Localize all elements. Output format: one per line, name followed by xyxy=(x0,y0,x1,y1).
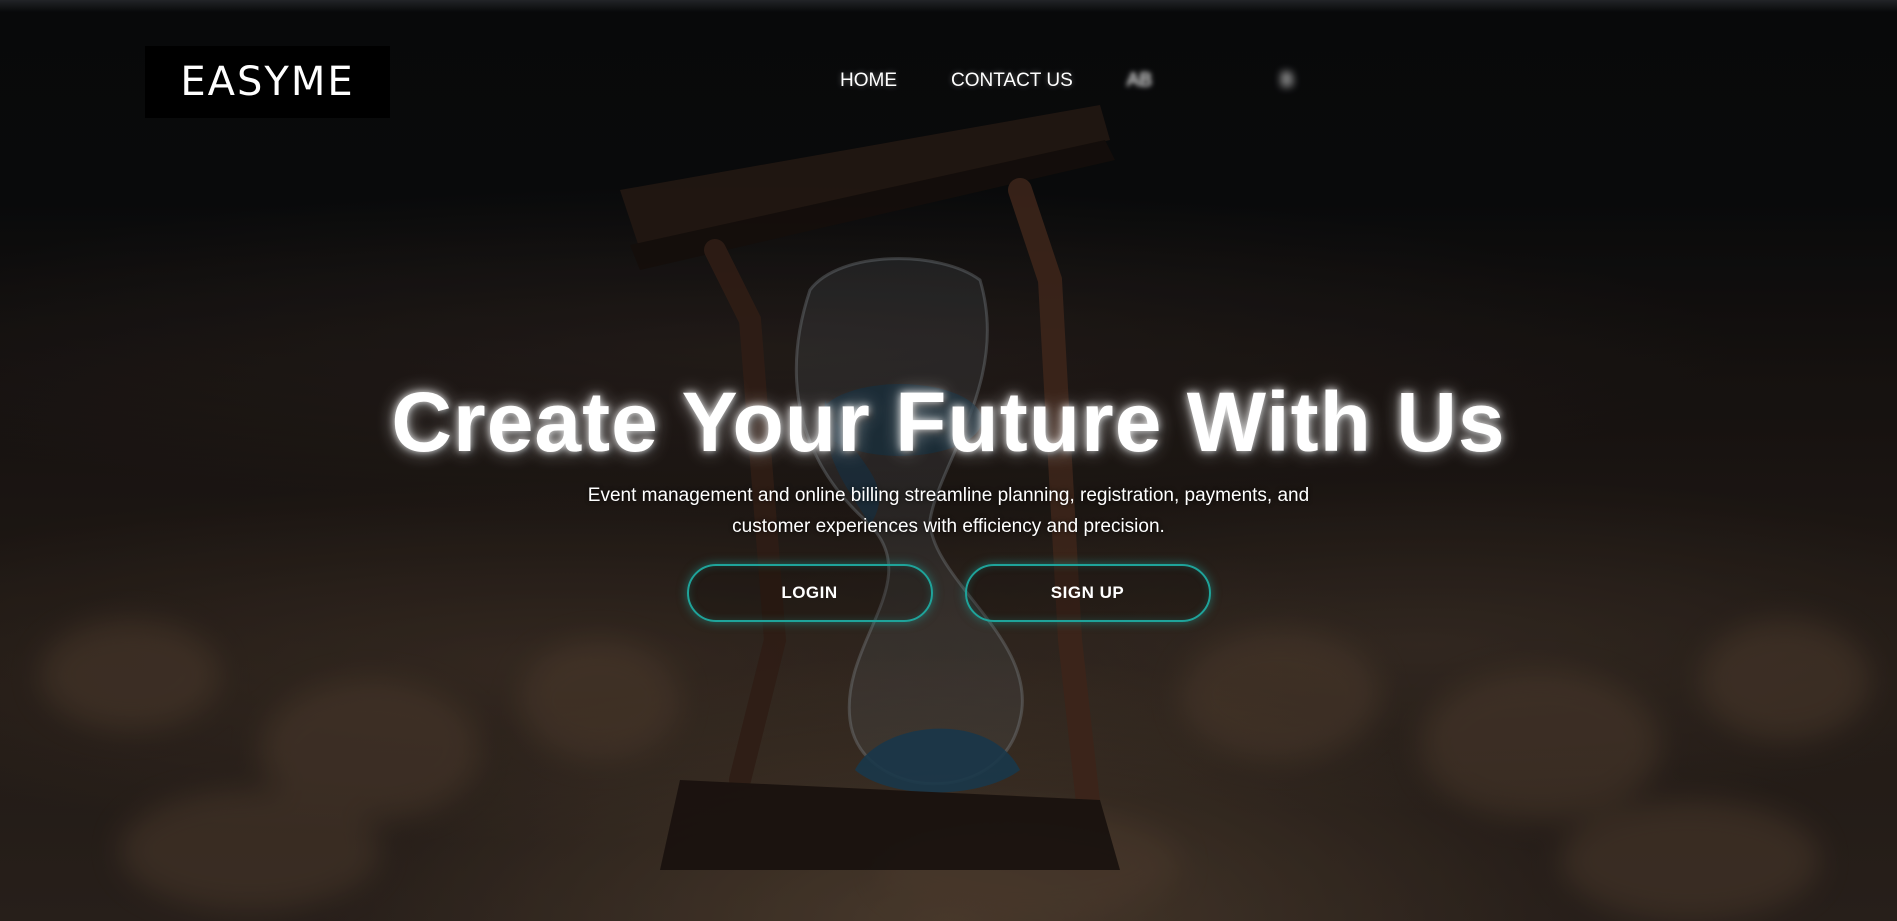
hero-title: Create Your Future With Us xyxy=(391,375,1506,469)
nav-item-4[interactable]: B xyxy=(1281,70,1381,92)
signup-button[interactable]: SIGN UP xyxy=(964,564,1211,622)
nav-about-us[interactable]: AB xyxy=(1127,70,1227,92)
login-button[interactable]: LOGIN xyxy=(686,564,933,622)
hero-buttons: LOGIN SIGN UP xyxy=(0,564,1897,622)
hero-subtitle: Event management and online billing stre… xyxy=(587,485,1310,537)
logo-text: EASYME xyxy=(180,59,355,105)
nav-contact-us[interactable]: CONTACT US xyxy=(951,70,1073,92)
main-nav: HOME CONTACT US AB B xyxy=(840,66,1709,96)
brand-logo[interactable]: EASYME xyxy=(145,46,390,118)
hero-section: Create Your Future With Us Event managem… xyxy=(0,372,1897,542)
nav-home[interactable]: HOME xyxy=(840,70,897,92)
landing-page: EASYME HOME CONTACT US AB B Create Your … xyxy=(0,0,1897,921)
